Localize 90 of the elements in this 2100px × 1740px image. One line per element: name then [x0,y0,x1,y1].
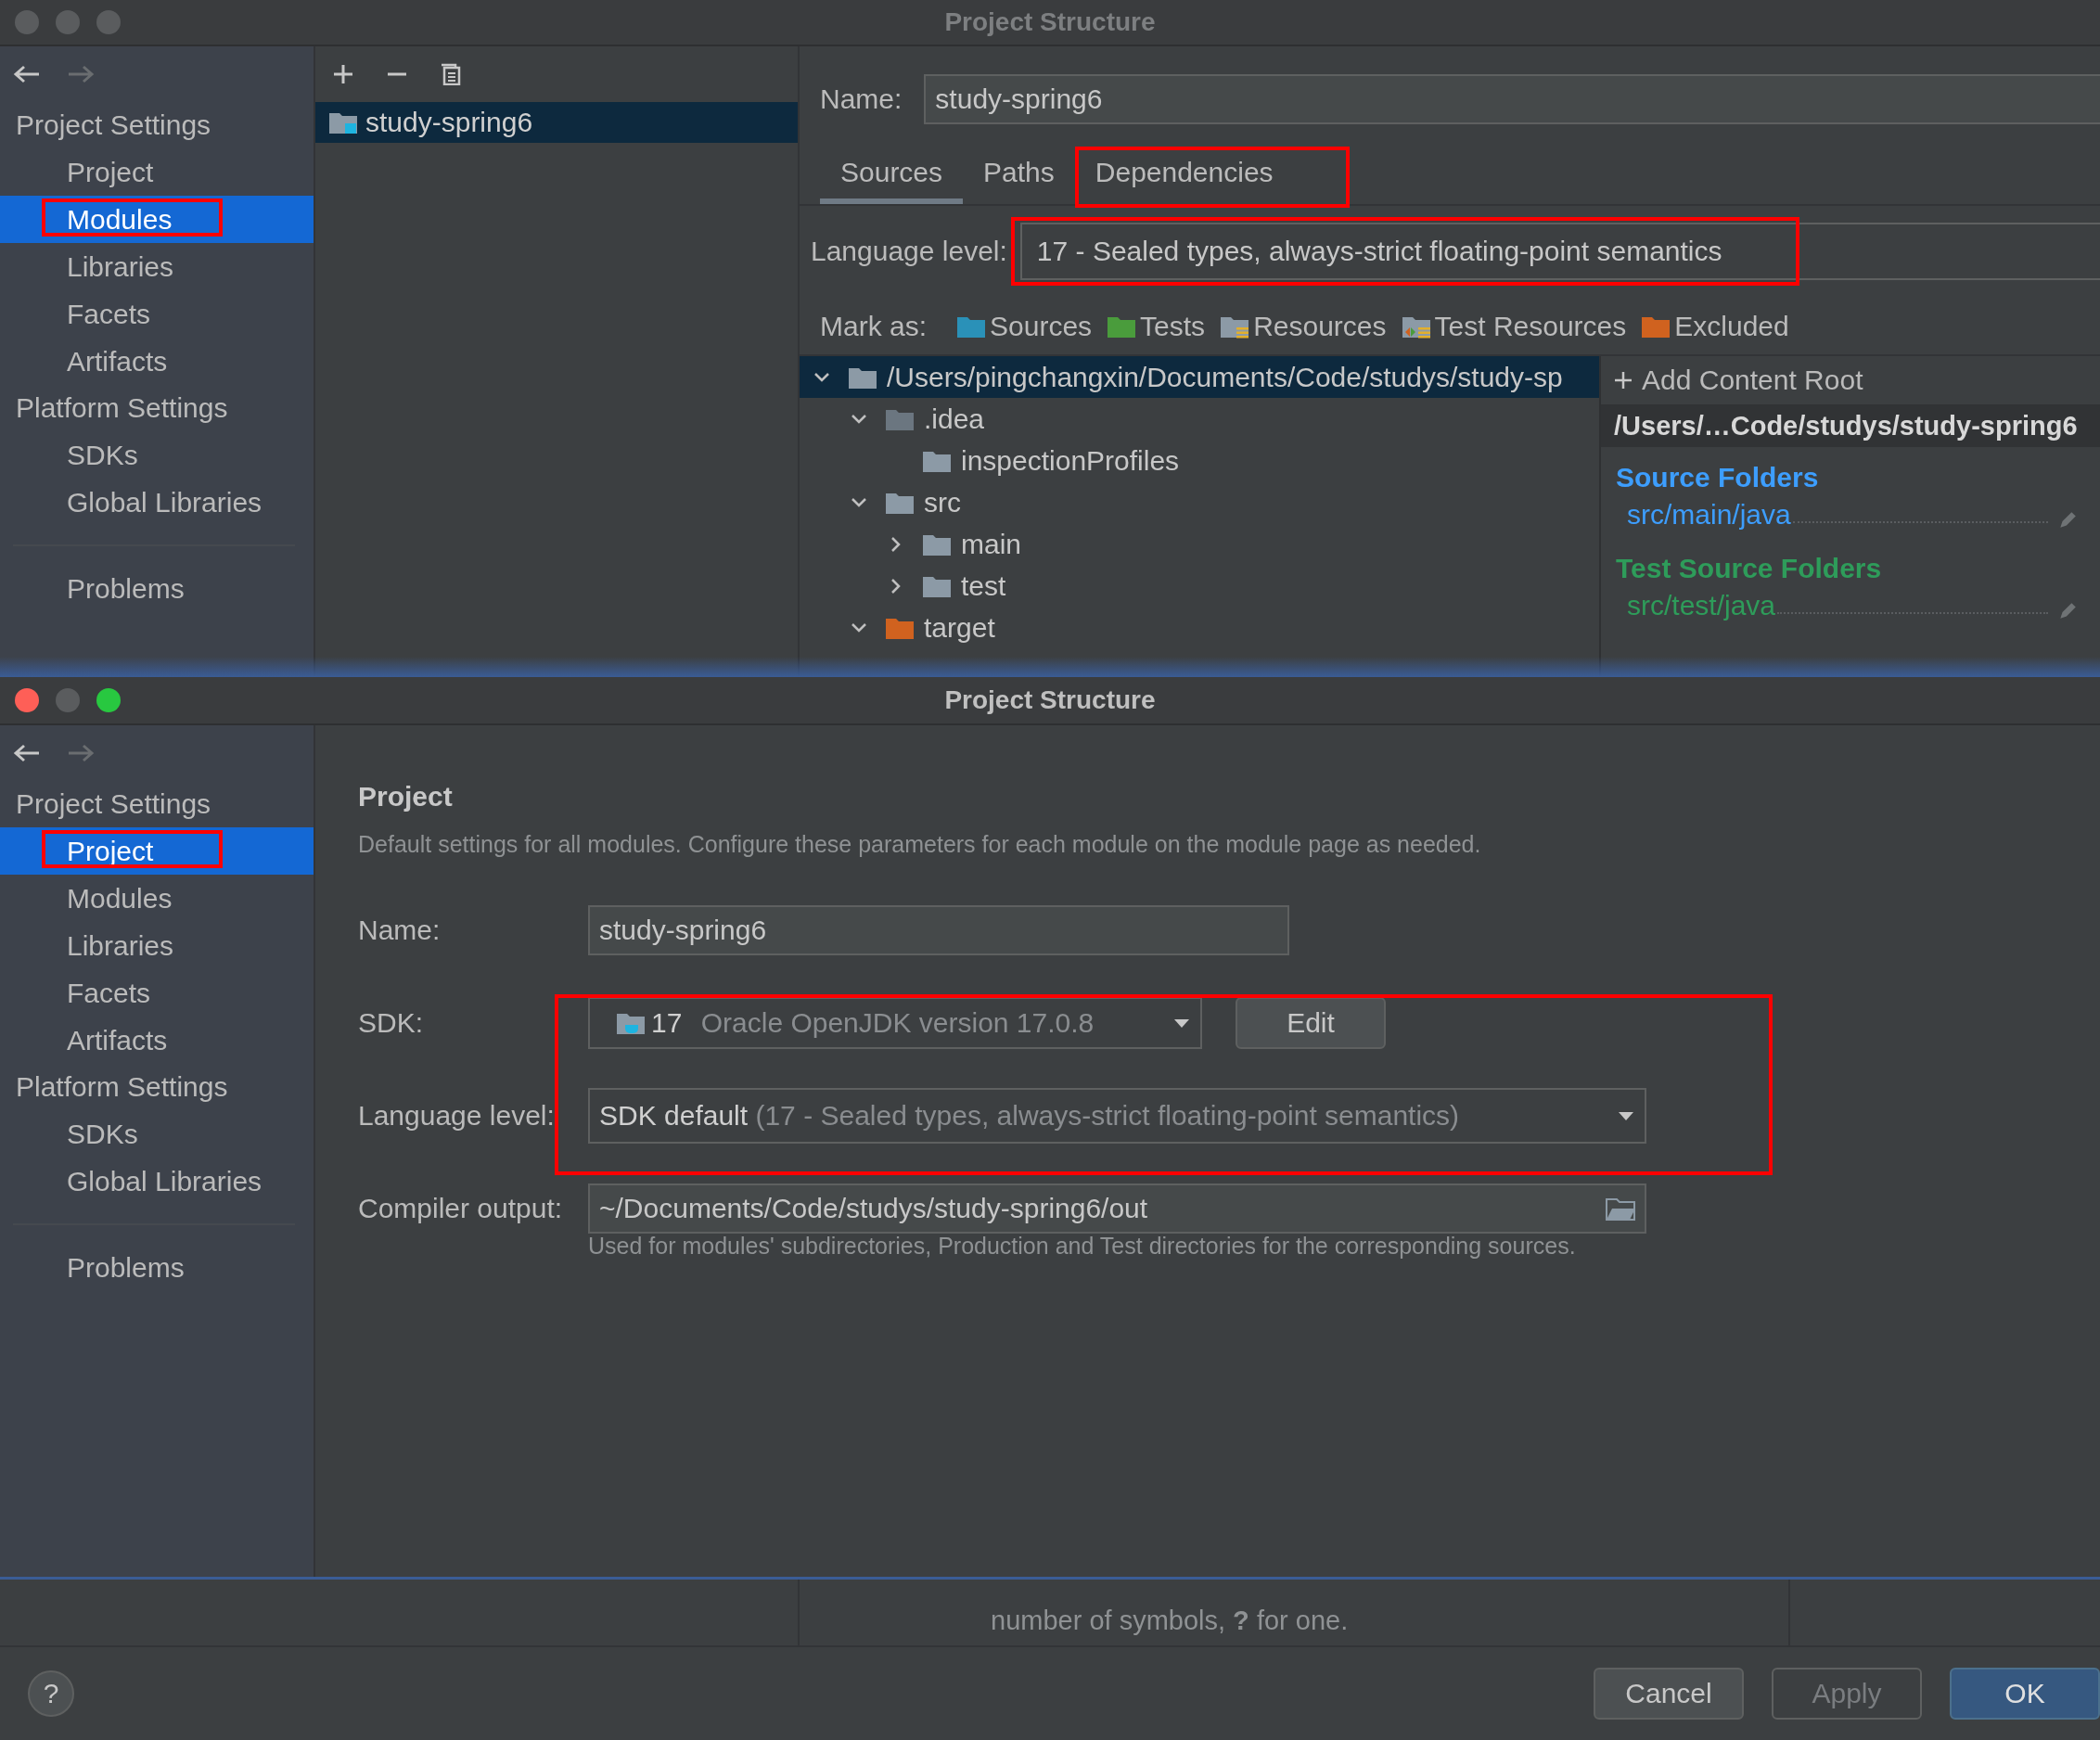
folder-icon[interactable] [1606,1196,1635,1221]
folder-group-title: Source Folders [1615,461,1820,493]
folder-path-link[interactable]: src/main/java [1627,499,1791,531]
tree-row[interactable]: src [800,481,1599,523]
tab[interactable]: Paths [963,147,1075,204]
sidebar-item[interactable]: Artifacts [0,1017,314,1064]
sidebar-item[interactable]: Project [0,148,314,196]
add-icon [1614,371,1633,390]
name-label: Name: [358,914,442,947]
back-arrow-icon[interactable] [13,65,41,83]
section-header: Platform Settings [15,1070,229,1104]
mark-as-option[interactable]: Excluded [1637,311,1793,342]
mark-as-option[interactable]: Tests [1103,311,1210,342]
description-text: Default settings for all modules. Configure these parameters for each module on the module page as needed. [358,831,1482,858]
content-root-path: /Users/…Code/studys/study-spring6 [1601,404,2100,447]
sidebar-item[interactable]: Global Libraries [0,1158,314,1205]
sdk-dropdown[interactable]: 17 Oracle OpenJDK version 17.0.8 [588,997,1202,1049]
sidebar-item[interactable]: Modules [0,196,314,243]
hint-text: number of symbols, ? for one. [991,1606,1349,1636]
sidebar-item[interactable]: Libraries [0,922,314,969]
tree-row[interactable]: inspectionProfiles [800,440,1599,481]
zoom-window-button[interactable] [96,688,121,712]
tree-item-label: src [924,486,961,518]
folder-icon [956,314,987,339]
tree-item-label: test [961,569,1006,602]
section-heading: Project [358,781,454,812]
tree-item-label: target [924,611,995,644]
sidebar-item[interactable]: Libraries [0,243,314,290]
name-field[interactable]: study-spring6 [924,74,2100,124]
language-level-label: Language level: [811,236,1007,267]
compiler-output-field[interactable]: ~/Documents/Code/studys/study-spring6/out [588,1183,1646,1234]
sidebar-item[interactable]: SDKs [0,1110,314,1158]
window-title: Project Structure [944,685,1156,715]
tree-row[interactable]: main [800,523,1599,565]
language-level-dropdown[interactable]: 17 - Sealed types, always-strict floating-point semantics [1019,223,2100,280]
language-level-dropdown[interactable]: SDK default (17 - Sealed types, always-strict floating-point semantics) [588,1088,1646,1144]
mark-as-option[interactable]: Test Resources [1397,311,1631,342]
mark-as-option[interactable]: Sources [953,311,1096,342]
help-button[interactable]: ? [28,1670,74,1717]
module-name: study-spring6 [365,107,533,138]
sidebar-item[interactable]: Global Libraries [0,479,314,526]
sidebar-item[interactable]: Artifacts [0,338,314,385]
mark-as-label: Mark as: [820,311,928,342]
sidebar-item[interactable]: SDKs [0,431,314,479]
tree-item-label: inspectionProfiles [961,444,1180,477]
sidebar-item[interactable]: Facets [0,290,314,338]
copy-icon[interactable] [440,63,462,85]
tree-row[interactable]: /Users/pingchangxin/Documents/Code/studys/study-sp [800,356,1599,398]
add-icon[interactable] [332,63,354,85]
sidebar-item[interactable]: Modules [0,875,314,922]
tree-row[interactable]: .idea [800,398,1599,440]
sidebar-item[interactable]: Problems [0,565,314,612]
module-folder-icon [328,110,358,134]
name-field[interactable]: study-spring6 [588,905,1289,955]
folder-path-link[interactable]: src/test/java [1627,590,1776,621]
tree-row[interactable]: test [800,565,1599,607]
section-header: Project Settings [15,787,212,821]
folder-group-title: Test Source Folders [1615,552,1883,584]
section-header: Project Settings [15,109,212,142]
dialog-button[interactable]: OK [1950,1668,2100,1720]
dialog-button[interactable]: Cancel [1594,1668,1744,1720]
tree-item-label: .idea [924,403,985,435]
mark-as-option[interactable]: Resources [1216,311,1390,342]
section-header: Platform Settings [15,391,229,425]
folder-icon [1220,314,1250,339]
sdk-label: SDK: [358,1006,425,1040]
caret-icon [1172,1017,1191,1029]
jdk-folder-icon [616,1011,646,1035]
name-label: Name: [820,83,903,115]
sidebar-item[interactable]: Problems [0,1244,314,1291]
language-level-label: Language level: [358,1099,556,1132]
tab[interactable]: Sources [820,147,964,204]
module-row[interactable]: study-spring6 [315,102,798,143]
add-content-root-link[interactable]: Add Content Root [1601,356,2100,404]
close-window-button[interactable] [15,688,39,712]
tab[interactable]: Dependencies [1074,147,1294,204]
back-arrow-icon[interactable] [13,744,41,762]
sidebar-item[interactable]: Facets [0,969,314,1017]
sidebar-item[interactable]: Project [0,827,314,875]
window-title: Project Structure [944,7,1156,37]
hint-text: Used for modules' subdirectories, Production and Test directories for the corresponding sources. [588,1233,1577,1260]
folder-icon [1401,314,1431,339]
folder-icon [1107,314,1137,339]
tree-item-label: main [961,528,1022,560]
edit-button[interactable]: Edit [1236,997,1386,1049]
tree-row[interactable]: target [800,607,1599,648]
folder-icon [1641,314,1671,339]
compiler-output-label: Compiler output: [358,1192,564,1225]
caret-icon [1617,1110,1635,1121]
tree-item-label: /Users/pingchangxin/Documents/Code/studys/study-sp [887,361,1563,393]
